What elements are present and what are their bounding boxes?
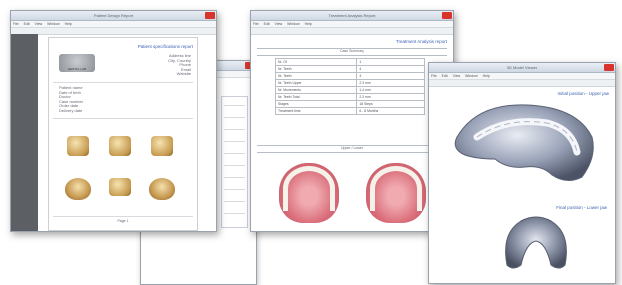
tooth-model-image <box>151 136 173 156</box>
logo-text: DENTAL LAB <box>67 67 86 71</box>
cell-value: 1 <box>356 58 425 66</box>
menu-view[interactable]: View <box>453 74 461 78</box>
upper-jaw-3d-model[interactable] <box>447 97 597 187</box>
cell-label: Nr. Teeth Total <box>274 93 358 101</box>
window-title: Patient Design Report <box>93 13 134 18</box>
table-caption: Case Summary <box>339 49 365 53</box>
close-icon[interactable] <box>205 12 215 19</box>
toolbar <box>429 80 615 87</box>
window-title: 3D Model Viewer <box>506 65 538 70</box>
divider <box>257 55 447 56</box>
info-line: Delivery date <box>59 107 83 113</box>
tooth-model-image <box>109 178 131 196</box>
table-row: Nr. Movements 1.4 mm <box>274 86 425 94</box>
cell-value: 2.3 mm <box>356 79 425 87</box>
lower-jaw-3d-model[interactable] <box>501 213 571 273</box>
report-heading: Patient specifications report <box>137 44 193 49</box>
menu-file[interactable]: File <box>431 74 437 78</box>
cell-value: 1.4 mm <box>356 86 425 94</box>
menu-window[interactable]: Window <box>47 22 59 26</box>
cell-label: Nr. Teeth <box>274 72 358 80</box>
cell-label: Nr. Teeth Upper <box>274 79 358 87</box>
menu-window[interactable]: Window <box>287 22 299 26</box>
close-icon[interactable] <box>604 64 614 71</box>
cell-value: 2.3 mm <box>356 93 425 101</box>
table-row: Stages 18 Steps <box>274 100 425 108</box>
menu-bar: File Edit View Window Help <box>251 21 453 28</box>
lab-logo: DENTAL LAB <box>59 54 95 72</box>
tooth-model-image <box>67 136 89 156</box>
menu-view[interactable]: View <box>275 22 283 26</box>
upper-jaw-gum-image <box>279 163 339 223</box>
cell-value: 6 - 8 Months <box>356 107 425 115</box>
arch-model-image <box>65 178 91 200</box>
cell-label: Treatment time <box>274 107 358 115</box>
window-title: Treatment Analysis Report <box>328 13 376 18</box>
cell-label: Nr. Teeth <box>274 65 358 73</box>
patient-info: Patient name Date of birth Doctor Case n… <box>59 85 83 113</box>
menu-file[interactable]: File <box>13 22 19 26</box>
close-icon[interactable] <box>442 12 452 19</box>
lab-address: Address line City, Country Phone Email W… <box>168 53 191 77</box>
divider <box>257 152 447 153</box>
section-caption: Upper / Lower <box>341 146 363 150</box>
divider <box>53 216 193 217</box>
menu-view[interactable]: View <box>35 22 43 26</box>
summary-table: Nr. Of 1 Nr. Teeth 4 Nr. Teeth 3 Nr. Teeth … <box>274 58 425 115</box>
cell-label: Nr. Of <box>274 58 358 66</box>
lower-jaw-label: Final position - Lower jaw <box>556 205 607 210</box>
menu-bar: File Edit View Window Help <box>11 21 216 28</box>
table-row: Treatment time 6 - 8 Months <box>274 107 425 115</box>
menu-help[interactable]: Help <box>483 74 490 78</box>
pdf-sidebar <box>11 34 38 231</box>
cell-label: Stages <box>274 100 358 108</box>
side-table <box>221 96 248 228</box>
table-row: Nr. Teeth Upper 2.3 mm <box>274 79 425 87</box>
cell-value: 3 <box>356 72 425 80</box>
page-footer: Page 1 <box>117 219 129 223</box>
cell-value: 4 <box>356 65 425 73</box>
toolbar <box>251 28 453 35</box>
menu-edit[interactable]: Edit <box>24 22 30 26</box>
pdf-page: Patient specifications report DENTAL LAB… <box>48 37 198 231</box>
toolbar <box>11 28 216 35</box>
arch-model-image <box>149 178 175 200</box>
menu-help[interactable]: Help <box>305 22 312 26</box>
model-viewer-window[interactable]: 3D Model Viewer File Edit View Window He… <box>428 62 616 284</box>
report-window-middle[interactable]: Treatment Analysis Report File Edit View… <box>250 10 454 232</box>
menu-edit[interactable]: Edit <box>442 74 448 78</box>
title-bar[interactable]: Patient Design Report <box>11 11 216 21</box>
lower-jaw-gum-image <box>366 163 426 223</box>
cell-label: Nr. Movements <box>274 86 358 94</box>
table-row: Nr. Of 1 <box>274 58 425 66</box>
menu-bar: File Edit View Window Help <box>429 73 615 80</box>
table-row: Nr. Teeth 4 <box>274 65 425 73</box>
report-heading: Treatment Analysis report <box>395 39 447 44</box>
divider <box>53 118 193 119</box>
cell-value: 18 Steps <box>356 100 425 108</box>
menu-edit[interactable]: Edit <box>264 22 270 26</box>
title-bar[interactable]: 3D Model Viewer <box>429 63 615 73</box>
screenshot-root: { "windows": { "report1": { "title": "Pa… <box>0 0 622 285</box>
tooth-model-image <box>109 136 131 156</box>
table-row: Nr. Teeth Total 2.3 mm <box>274 93 425 101</box>
upper-jaw-label: Initial position - Upper jaw <box>557 91 609 96</box>
divider <box>53 82 193 83</box>
title-bar[interactable]: Treatment Analysis Report <box>251 11 453 21</box>
menu-help[interactable]: Help <box>65 22 72 26</box>
report-window-left[interactable]: Patient Design Report File Edit View Win… <box>10 10 217 232</box>
addr-line: Website <box>176 71 191 76</box>
table-row: Nr. Teeth 3 <box>274 72 425 80</box>
menu-window[interactable]: Window <box>465 74 477 78</box>
menu-file[interactable]: File <box>253 22 259 26</box>
